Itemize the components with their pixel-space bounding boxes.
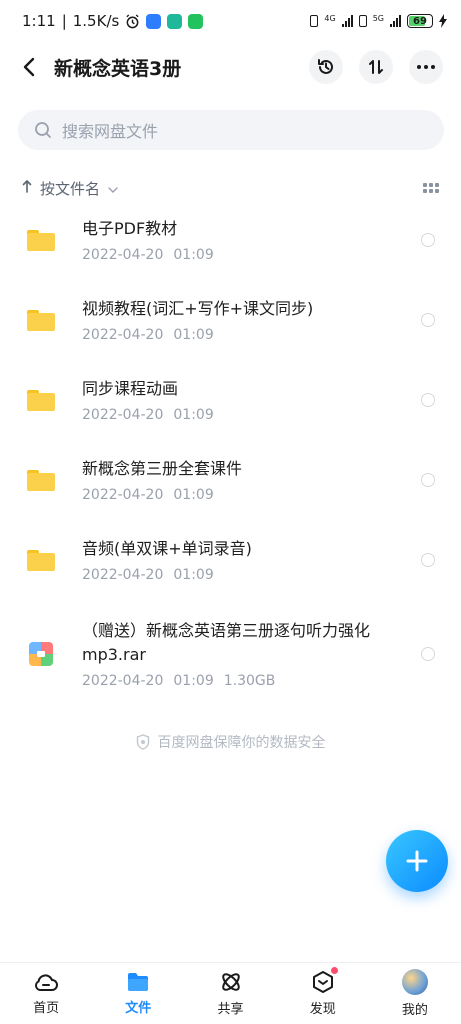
file-time: 01:09 (173, 247, 214, 263)
avatar (401, 969, 428, 995)
list-item[interactable]: 电子PDF教材 2022-04-20 01:09 (0, 200, 461, 280)
file-time: 01:09 (173, 327, 214, 343)
history-icon (318, 59, 333, 74)
tab-share-label: 共享 (217, 1002, 244, 1017)
sort-bar: 按文件名 (22, 174, 439, 202)
tab-files[interactable]: 文件 (92, 963, 184, 1024)
top-header: 新概念英语3册 (0, 44, 461, 90)
shield-icon (136, 734, 149, 750)
search-placeholder: 搜索网盘文件 (62, 122, 159, 141)
net2-label: 5G (372, 14, 384, 23)
sort-arrow-icon[interactable] (22, 179, 32, 197)
tab-home-label: 首页 (33, 1001, 60, 1016)
notification-wechat-icon (188, 13, 204, 29)
sort-transfer-icon (369, 60, 383, 74)
history-button[interactable] (309, 50, 343, 84)
transfer-button[interactable] (359, 50, 393, 84)
select-radio[interactable] (421, 473, 435, 487)
tab-discover-label: 发现 (309, 1002, 336, 1017)
notification-shield-icon (167, 13, 183, 29)
file-name: 新概念第三册全套课件 (82, 459, 243, 478)
sim2-icon (358, 15, 367, 27)
tab-me-label: 我的 (401, 1003, 428, 1018)
select-radio[interactable] (421, 233, 435, 247)
tab-files-label: 文件 (125, 1001, 152, 1016)
archive-file-icon (29, 642, 53, 666)
search-icon (35, 122, 51, 138)
file-name: 音频(单双课+单词录音) (82, 539, 252, 558)
folder-icon (27, 469, 55, 491)
search-bar[interactable]: 搜索网盘文件 (18, 110, 444, 150)
status-time: 1:11 (22, 12, 56, 30)
home-cloud-icon (35, 974, 59, 991)
file-date: 2022-04-20 (82, 487, 164, 503)
charging-icon (439, 14, 447, 28)
folder-icon (27, 229, 55, 251)
file-name: 同步课程动画 (82, 379, 179, 398)
file-time: 01:09 (173, 407, 214, 423)
list-item[interactable]: （赠送）新概念英语第三册逐句听力强化mp3.rar 2022-04-20 01:0… (0, 600, 461, 708)
add-button[interactable] (386, 830, 448, 892)
discover-cube-icon (312, 971, 333, 993)
tab-home[interactable]: 首页 (0, 963, 92, 1024)
page-title: 新概念英语3册 (54, 57, 182, 80)
safety-text: 百度网盘保障你的数据安全 (157, 735, 326, 751)
file-name: 电子PDF教材 (82, 219, 178, 238)
notification-dot (330, 967, 338, 974)
alarm-icon (126, 13, 139, 28)
more-icon (417, 65, 435, 69)
more-button[interactable] (409, 50, 443, 84)
select-radio[interactable] (421, 393, 435, 407)
file-date: 2022-04-20 (82, 567, 164, 583)
list-item[interactable]: 同步课程动画 2022-04-20 01:09 (0, 360, 461, 440)
plus-icon (406, 850, 428, 872)
tab-me[interactable]: 我的 (369, 963, 461, 1024)
sort-label[interactable]: 按文件名 (40, 178, 100, 199)
signal1-icon (341, 15, 353, 27)
list-item[interactable]: 音频(单双课+单词录音) 2022-04-20 01:09 (0, 520, 461, 600)
folder-icon (27, 549, 55, 571)
signal2-icon (390, 15, 401, 27)
chevron-down-icon[interactable] (108, 179, 118, 197)
share-atom-icon (221, 973, 240, 991)
select-radio[interactable] (421, 553, 435, 567)
back-icon (23, 57, 35, 77)
bottom-nav: 首页 文件 共享 发现 我的 (0, 962, 461, 1024)
file-name: （赠送）新概念英语第三册逐句听力强化mp3.rar (82, 621, 371, 664)
file-date: 2022-04-20 (82, 327, 164, 343)
file-time: 01:09 (173, 567, 214, 583)
status-divider: | (61, 12, 67, 30)
net1-label: 4G (324, 14, 336, 23)
back-button[interactable] (6, 44, 52, 90)
list-item[interactable]: 新概念第三册全套课件 2022-04-20 01:09 (0, 440, 461, 520)
file-date: 2022-04-20 (82, 673, 164, 689)
file-list: 电子PDF教材 2022-04-20 01:09 视频教程(词汇+写作+课文同步)… (0, 200, 461, 708)
status-speed: 1.5K/s (72, 12, 120, 30)
folder-icon (27, 309, 55, 331)
safety-note: 百度网盘保障你的数据安全 (0, 732, 461, 752)
file-time: 01:09 (173, 673, 214, 689)
tab-discover[interactable]: 发现 (277, 963, 369, 1024)
battery-icon: 69 (407, 14, 433, 28)
battery-level: 69 (413, 15, 427, 27)
select-radio[interactable] (421, 313, 435, 327)
notification-app-icon (146, 13, 162, 29)
folder-tab-icon (128, 973, 149, 991)
file-date: 2022-04-20 (82, 407, 164, 423)
select-radio[interactable] (421, 647, 435, 661)
file-time: 01:09 (173, 487, 214, 503)
file-size: 1.30GB (223, 673, 276, 689)
tab-share[interactable]: 共享 (184, 963, 276, 1024)
folder-icon (27, 389, 55, 411)
sim1-icon (310, 15, 319, 27)
status-bar: 1:11 | 1.5K/s 4G 5G 69 (0, 0, 461, 42)
list-item[interactable]: 视频教程(词汇+写作+课文同步) 2022-04-20 01:09 (0, 280, 461, 360)
grid-view-icon[interactable] (423, 183, 439, 193)
file-date: 2022-04-20 (82, 247, 164, 263)
file-name: 视频教程(词汇+写作+课文同步) (82, 299, 314, 318)
